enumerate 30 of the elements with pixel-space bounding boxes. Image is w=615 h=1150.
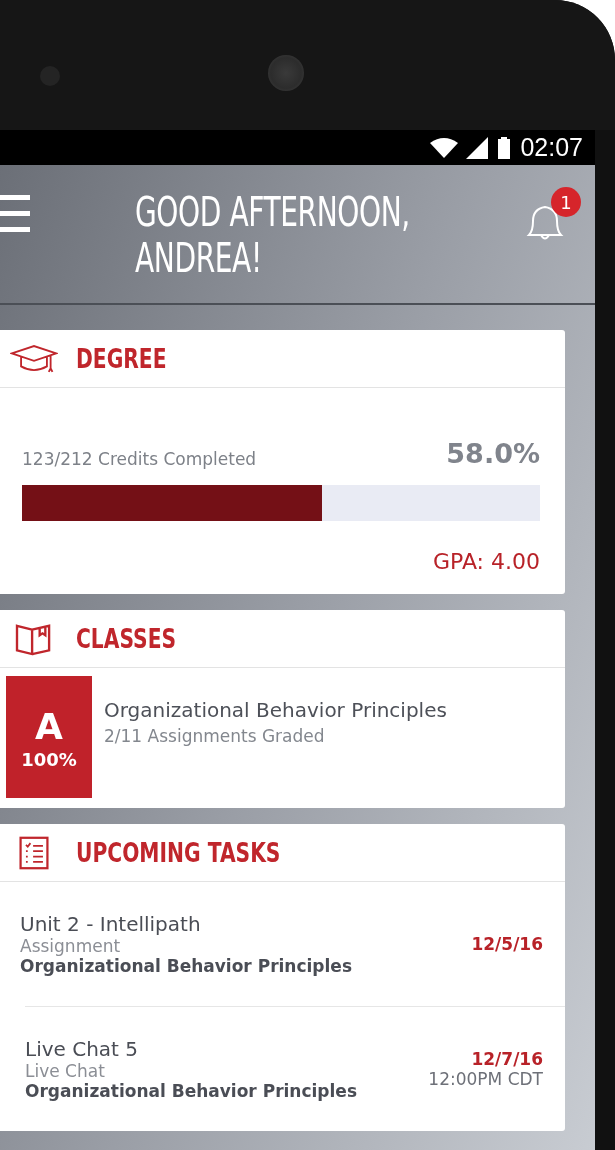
- task-type: Live Chat: [25, 1061, 106, 1081]
- task-row[interactable]: Unit 2 - Intellipath Assignment Organizational Behavior Principles 12/5/16: [0, 882, 565, 1006]
- status-time: 02:07: [520, 133, 583, 162]
- section-title: DEGREE: [76, 343, 167, 374]
- greeting-title: GOOD AFTERNOON, ANDREA!: [135, 189, 411, 281]
- assignments-label: 2/11 Assignments Graded: [104, 726, 326, 746]
- task-name: Unit 2 - Intellipath: [20, 912, 202, 936]
- task-type: Assignment: [20, 936, 122, 956]
- task-name: Live Chat 5: [25, 1037, 140, 1061]
- class-row[interactable]: A 100% Organizational Behavior Principles 2/11 Assignments Graded: [0, 668, 565, 808]
- task-row[interactable]: Live Chat 5 Live Chat Organizational Behavior Principles 12/7/16 12:00PM CDT: [25, 1006, 565, 1131]
- due-time: 12:00PM CDT: [428, 1069, 543, 1089]
- grade-letter: A: [35, 704, 63, 749]
- section-title: CLASSES: [76, 623, 177, 654]
- signal-icon: [466, 136, 489, 159]
- menu-icon[interactable]: [0, 195, 30, 233]
- due-date: 12/7/16: [471, 1049, 543, 1069]
- percent-value: 58.0%: [446, 438, 540, 469]
- class-name: Organizational Behavior Principles: [104, 698, 447, 722]
- notification-badge: 1: [551, 187, 581, 217]
- credits-label: 123/212 Credits Completed: [22, 449, 257, 469]
- task-course: Organizational Behavior Principles: [25, 1081, 357, 1101]
- speaker-grille-drawing: [268, 55, 304, 91]
- gpa-value: GPA: 4.00: [433, 549, 540, 574]
- due-date: 12/5/16: [471, 934, 543, 954]
- wifi-icon: [428, 136, 461, 159]
- section-title: UPCOMING TASKS: [76, 837, 281, 868]
- task-course: Organizational Behavior Principles: [20, 956, 352, 976]
- battery-icon: [498, 136, 511, 159]
- grade-percent: 100%: [21, 748, 77, 770]
